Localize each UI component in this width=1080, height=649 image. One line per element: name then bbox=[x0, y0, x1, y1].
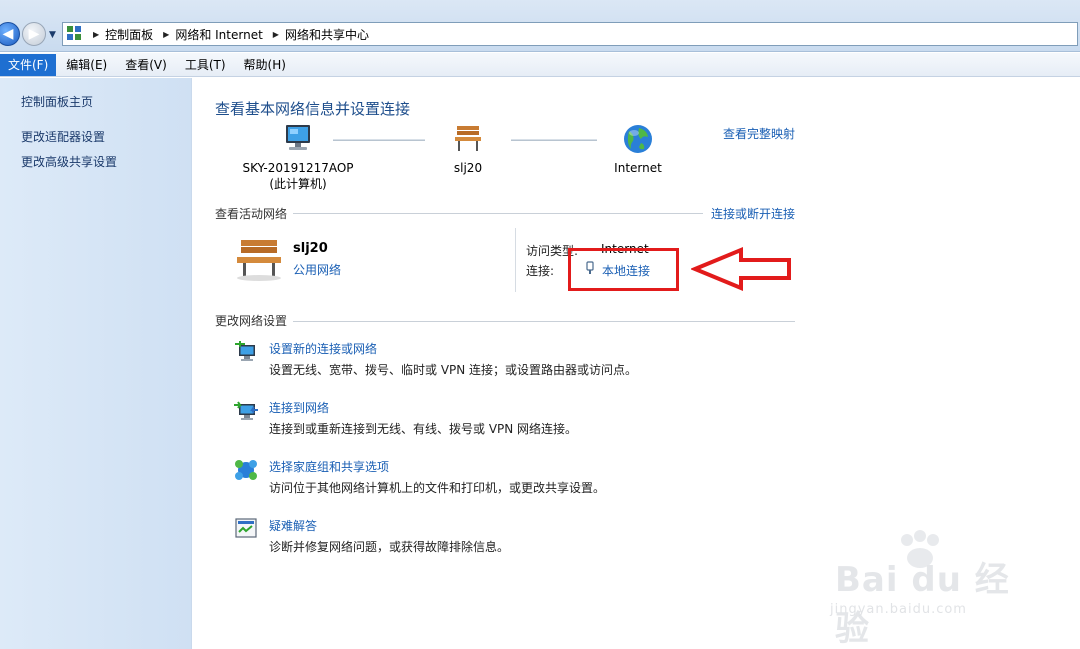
watermark-sub: jingyan.baidu.com bbox=[830, 602, 967, 617]
task-title[interactable]: 设置新的连接或网络 bbox=[269, 340, 377, 357]
computer-name: SKY-20191217AOP bbox=[242, 161, 354, 175]
sidebar-item-adapter-settings[interactable]: 更改适配器设置 bbox=[21, 128, 105, 145]
red-highlight-box bbox=[568, 248, 679, 291]
bench-icon bbox=[455, 126, 481, 151]
computer-icon bbox=[286, 125, 310, 150]
map-network-name: slj20 bbox=[453, 161, 483, 175]
task-desc: 访问位于其他网络计算机上的文件和打印机，或更改共享设置。 bbox=[269, 481, 606, 495]
breadcrumb-item-control-panel[interactable]: 控制面板 bbox=[105, 26, 153, 43]
map-node-network[interactable]: slj20 bbox=[438, 123, 498, 175]
page-title: 查看基本网络信息并设置连接 bbox=[215, 100, 411, 118]
troubleshoot-icon bbox=[235, 518, 257, 538]
change-settings-heading: 更改网络设置 bbox=[215, 314, 288, 328]
section-divider bbox=[293, 213, 703, 214]
computer-sub: (此计算机) bbox=[269, 177, 327, 191]
task-title[interactable]: 选择家庭组和共享选项 bbox=[269, 458, 389, 475]
connect-network-icon bbox=[234, 401, 258, 420]
red-arrow-annotation bbox=[691, 247, 791, 291]
map-node-computer[interactable]: SKY-20191217AOP (此计算机) bbox=[233, 123, 363, 192]
address-bar-container: ◀ ▶ ▼ ▶ 控制面板 ▶ 网络和 Internet ▶ 网络和共享中心 bbox=[0, 0, 1080, 52]
breadcrumb-chevron-icon[interactable]: ▶ bbox=[93, 30, 99, 39]
back-button[interactable]: ◀ bbox=[0, 22, 20, 46]
map-internet-label: Internet bbox=[614, 161, 662, 175]
breadcrumb: ▶ 控制面板 ▶ 网络和 Internet ▶ 网络和共享中心 bbox=[93, 26, 379, 43]
sidebar-item-advanced-sharing[interactable]: 更改高级共享设置 bbox=[21, 153, 117, 170]
menu-bar: 文件(F) 编辑(E) 查看(V) 工具(T) 帮助(H) bbox=[0, 53, 1080, 77]
task-desc: 设置无线、宽带、拨号、临时或 VPN 连接；或设置路由器或访问点。 bbox=[269, 363, 638, 377]
globe-icon bbox=[624, 125, 652, 153]
watermark-text: Bai du 经验 bbox=[835, 560, 1010, 649]
menu-file[interactable]: 文件(F) bbox=[0, 53, 57, 76]
history-dropdown-icon[interactable]: ▼ bbox=[49, 30, 56, 40]
breadcrumb-item-network-internet[interactable]: 网络和 Internet bbox=[175, 26, 262, 43]
connection-label: 连接: bbox=[526, 264, 555, 278]
new-connection-icon bbox=[235, 341, 255, 361]
address-field[interactable]: ▶ 控制面板 ▶ 网络和 Internet ▶ 网络和共享中心 bbox=[62, 22, 1078, 46]
control-panel-icon bbox=[67, 26, 83, 42]
vertical-divider bbox=[515, 228, 516, 292]
forward-button[interactable]: ▶ bbox=[22, 22, 46, 46]
forward-arrow-icon: ▶ bbox=[28, 26, 40, 42]
breadcrumb-chevron-icon[interactable]: ▶ bbox=[163, 30, 169, 39]
map-connector bbox=[333, 139, 425, 141]
menu-view[interactable]: 查看(V) bbox=[117, 54, 175, 76]
active-network-bench-icon bbox=[237, 240, 281, 281]
breadcrumb-chevron-icon[interactable]: ▶ bbox=[273, 30, 279, 39]
active-networks-heading: 查看活动网络 bbox=[215, 207, 288, 221]
task-title[interactable]: 连接到网络 bbox=[269, 399, 329, 416]
active-network-name: slj20 bbox=[293, 241, 328, 256]
menu-tools[interactable]: 工具(T) bbox=[177, 54, 234, 76]
baidu-watermark: Bai du 经验 jingyan.baidu.com bbox=[820, 530, 1020, 649]
sidebar-item-control-panel-home[interactable]: 控制面板主页 bbox=[21, 93, 93, 110]
map-connector bbox=[511, 139, 597, 141]
task-desc: 诊断并修复网络问题，或获得故障排除信息。 bbox=[269, 540, 510, 554]
homegroup-icon bbox=[235, 460, 257, 480]
network-type-link[interactable]: 公用网络 bbox=[293, 261, 341, 278]
breadcrumb-item-sharing-center[interactable]: 网络和共享中心 bbox=[285, 26, 369, 43]
task-desc: 连接到或重新连接到无线、有线、拨号或 VPN 网络连接。 bbox=[269, 422, 578, 436]
section-divider bbox=[293, 321, 795, 322]
connect-disconnect-link[interactable]: 连接或断开连接 bbox=[711, 205, 795, 222]
task-title[interactable]: 疑难解答 bbox=[269, 517, 317, 534]
menu-edit[interactable]: 编辑(E) bbox=[58, 54, 115, 76]
full-map-link[interactable]: 查看完整映射 bbox=[723, 125, 795, 142]
menu-help[interactable]: 帮助(H) bbox=[236, 54, 294, 76]
back-arrow-icon: ◀ bbox=[2, 26, 14, 42]
map-node-internet[interactable]: Internet bbox=[608, 123, 668, 175]
sidebar: 控制面板主页 更改适配器设置 更改高级共享设置 bbox=[0, 78, 192, 649]
